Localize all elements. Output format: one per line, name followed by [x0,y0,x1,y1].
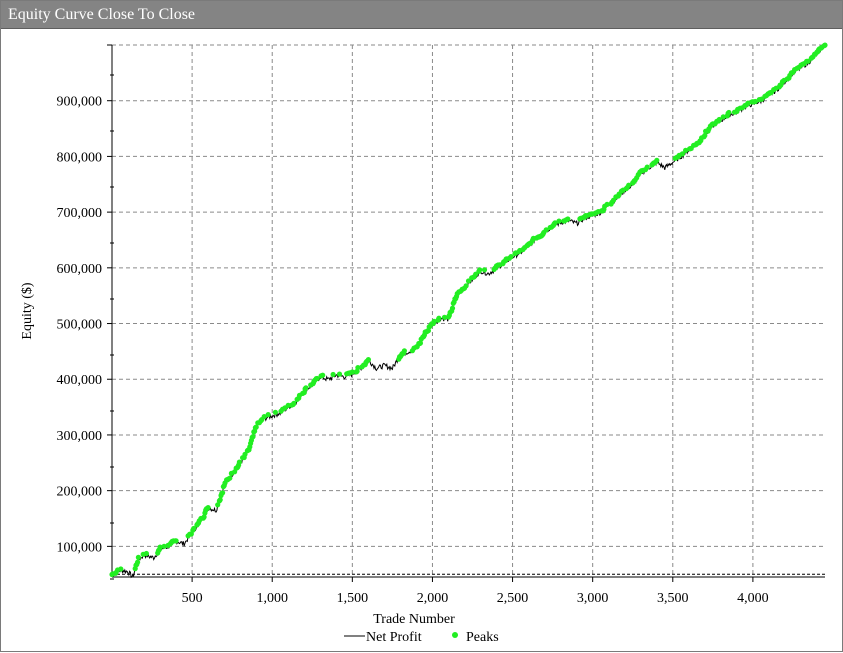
peak-point [654,157,660,163]
series-peaks [109,42,828,578]
peak-point [272,409,278,415]
legend-swatch-peaks [452,632,458,638]
legend-label-peaks: Peaks [466,630,499,645]
peak-point [143,550,149,557]
y-tick-label: 600,000 [57,262,103,277]
legend-label-net-profit: Net Profit [366,630,422,645]
y-tick-label: 100,000 [57,540,103,555]
peak-point [220,490,226,496]
x-tick-label: 500 [182,591,203,606]
x-tick-label: 3,000 [577,591,609,606]
peak-point [463,283,469,289]
chart-grid [112,44,825,577]
equity-chart-window: Equity Curve Close To Close 500 1,000 1,50… [0,0,843,652]
peak-point [726,109,732,116]
x-tick-label: 3,500 [657,591,689,606]
peak-point [135,559,141,565]
y-tick-label: 500,000 [57,318,103,333]
chart-axes [110,45,825,580]
y-tick-label: 900,000 [57,95,103,110]
peak-point [118,566,124,572]
peak-point [265,412,271,418]
peak-point [644,164,650,170]
peak-point [336,371,343,377]
peak-point [227,475,233,481]
peak-point [303,385,309,391]
peak-point [217,497,223,503]
peak-point [401,348,407,354]
equity-curve-chart: 500 1,000 1,500 2,000 2,500 3,000 3,500 4,000 10… [20,42,828,645]
peak-point [481,267,488,273]
chart-legend: Net Profit Peaks [344,630,499,645]
peak-point [330,371,336,378]
x-axis-label: Trade Number [373,612,455,627]
x-tick-label: 2,500 [497,591,529,606]
y-tick-label: 700,000 [57,206,103,221]
y-tick-label: 800,000 [57,150,103,165]
x-tick-label: 1,000 [256,591,288,606]
net-profit-line [111,44,826,579]
x-tick-label: 1,500 [337,591,369,606]
peak-point [173,538,179,544]
peak-point [702,132,708,139]
peak-point [477,267,483,273]
peak-point [556,218,562,224]
series-net-profit [111,44,826,579]
peak-point [250,434,256,440]
peak-point [365,357,371,363]
peak-point [135,554,141,561]
peak-point [449,305,456,311]
x-tick-label: 2,000 [417,591,449,606]
peak-point [320,372,326,378]
x-tick-label: 4,000 [737,591,769,606]
chart-ticks: 500 1,000 1,500 2,000 2,500 3,000 3,500 4,000 10… [57,44,769,606]
peak-point [205,505,211,511]
y-tick-label: 300,000 [57,429,103,444]
peak-point [236,459,242,465]
y-tick-label: 200,000 [57,485,103,500]
peak-point [822,42,828,48]
y-axis-label: Equity ($) [20,282,35,339]
peak-point [436,315,442,321]
y-tick-label: 400,000 [57,373,103,388]
peak-point [565,216,571,222]
